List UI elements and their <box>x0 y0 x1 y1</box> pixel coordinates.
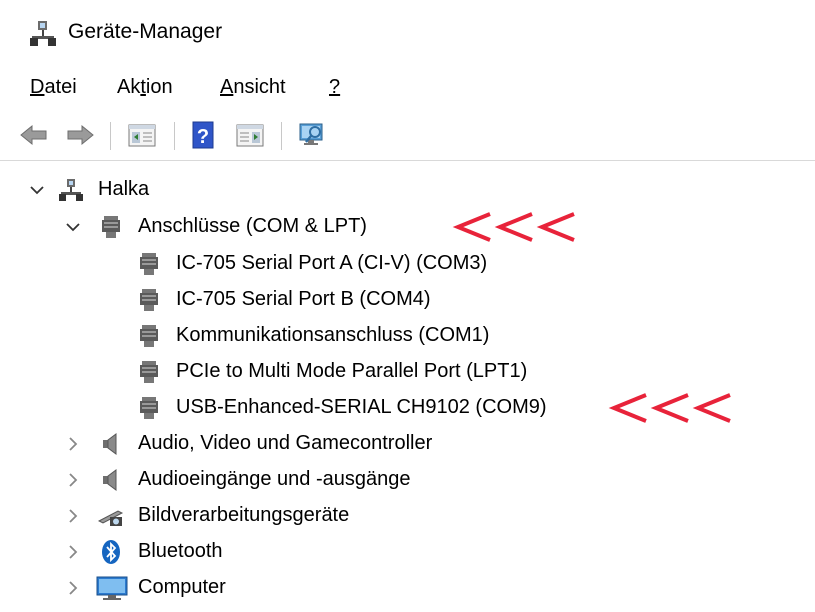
chevron-right-icon[interactable] <box>64 579 82 597</box>
tree-item-label: Kommunikationsanschluss (COM1) <box>176 324 490 346</box>
menu-datei-suffix: atei <box>44 76 77 98</box>
chevron-down-icon[interactable] <box>28 181 46 199</box>
port-icon <box>102 216 120 238</box>
tree-item-port-lpt1[interactable]: PCIe to Multi Mode Parallel Port (LPT1) <box>0 355 815 389</box>
chevron-right-icon[interactable] <box>64 543 82 561</box>
tree-item-port-com1[interactable]: Kommunikationsanschluss (COM1) <box>0 319 815 353</box>
back-icon[interactable] <box>18 120 50 150</box>
help-icon[interactable]: ? <box>188 120 220 150</box>
view-icon[interactable] <box>234 120 266 150</box>
tree-item-imaging[interactable]: Bildverarbeitungsgeräte <box>0 499 815 533</box>
red-arrows-annotation <box>608 393 731 423</box>
tree-item-label: Audio, Video und Gamecontroller <box>138 432 433 454</box>
chevron-right-icon[interactable] <box>64 507 82 525</box>
menu-datei-accesskey: D <box>30 76 45 98</box>
device-manager-window: Geräte-Manager Datei Aktion Ansicht ? ? … <box>0 0 815 612</box>
toolbar-separator <box>281 122 282 150</box>
chevron-right-icon[interactable] <box>64 435 82 453</box>
tree-item-label: Computer <box>138 576 226 598</box>
port-icon <box>140 397 158 419</box>
tree-item-ports[interactable]: Anschlüsse (COM & LPT) <box>0 210 815 244</box>
port-icon <box>140 289 158 311</box>
toolbar-separator <box>110 122 111 150</box>
tree-item-label: Anschlüsse (COM & LPT) <box>138 215 367 237</box>
tree-item-audio-io[interactable]: Audioeingänge und -ausgänge <box>0 463 815 497</box>
tree-item-port-com9[interactable]: USB-Enhanced-SERIAL CH9102 (COM9) <box>0 391 815 425</box>
chevron-right-icon[interactable] <box>64 471 82 489</box>
chevron-down-icon[interactable] <box>64 218 82 236</box>
menu-aktion[interactable]: Aktion <box>117 76 173 99</box>
tree-item-label: Bildverarbeitungsgeräte <box>138 504 350 526</box>
menu-help[interactable]: ? <box>329 76 340 99</box>
tree-item-label: IC-705 Serial Port B (COM4) <box>176 288 431 310</box>
properties-icon[interactable] <box>126 120 158 150</box>
tree-item-label: Audioeingänge und -ausgänge <box>138 468 411 490</box>
svg-text:?: ? <box>197 126 209 148</box>
speaker-icon <box>103 433 117 455</box>
scan-hardware-icon[interactable] <box>296 120 328 150</box>
tree-item-label: IC-705 Serial Port A (CI-V) (COM3) <box>176 252 488 274</box>
menu-aktion-suffix: ion <box>145 76 173 98</box>
tree-item-root[interactable]: Halka <box>0 173 815 207</box>
device-manager-icon <box>30 21 56 46</box>
tree-item-label: USB-Enhanced-SERIAL CH9102 (COM9) <box>176 396 547 418</box>
camera-icon <box>98 510 124 526</box>
menu-ansicht[interactable]: Ansicht <box>220 76 286 99</box>
toolbar: ? <box>0 112 815 161</box>
title-bar: Geräte-Manager <box>0 0 815 66</box>
red-arrows-annotation <box>452 212 575 242</box>
port-icon <box>140 325 158 347</box>
menu-bar: Datei Aktion Ansicht ? <box>0 70 815 104</box>
tree-item-label: Bluetooth <box>138 540 223 562</box>
tree-item-label: Halka <box>98 178 150 200</box>
toolbar-separator <box>174 122 175 150</box>
speaker-icon <box>103 469 117 491</box>
menu-ansicht-suffix: nsicht <box>233 76 286 98</box>
tree-item-bluetooth[interactable]: Bluetooth <box>0 535 815 569</box>
menu-datei[interactable]: Datei <box>30 76 77 99</box>
tree-item-port-com4[interactable]: IC-705 Serial Port B (COM4) <box>0 283 815 317</box>
menu-ansicht-accesskey: A <box>220 76 234 98</box>
forward-icon[interactable] <box>64 120 96 150</box>
window-title: Geräte-Manager <box>68 20 223 43</box>
tree-item-label: PCIe to Multi Mode Parallel Port (LPT1) <box>176 360 528 382</box>
tree-item-port-com3[interactable]: IC-705 Serial Port A (CI-V) (COM3) <box>0 247 815 281</box>
port-icon <box>140 361 158 383</box>
bluetooth-icon <box>102 540 120 564</box>
menu-help-accesskey: ? <box>329 76 341 98</box>
port-icon <box>140 253 158 275</box>
monitor-icon <box>96 576 128 600</box>
menu-aktion-prefix: Ak <box>117 76 141 98</box>
tree-item-computer[interactable]: Computer <box>0 571 815 605</box>
device-tree: Halka Anschlüsse (COM & LPT) IC-705 Seri… <box>0 170 815 612</box>
computer-tree-icon <box>59 179 83 201</box>
tree-item-audio-video[interactable]: Audio, Video und Gamecontroller <box>0 427 815 461</box>
